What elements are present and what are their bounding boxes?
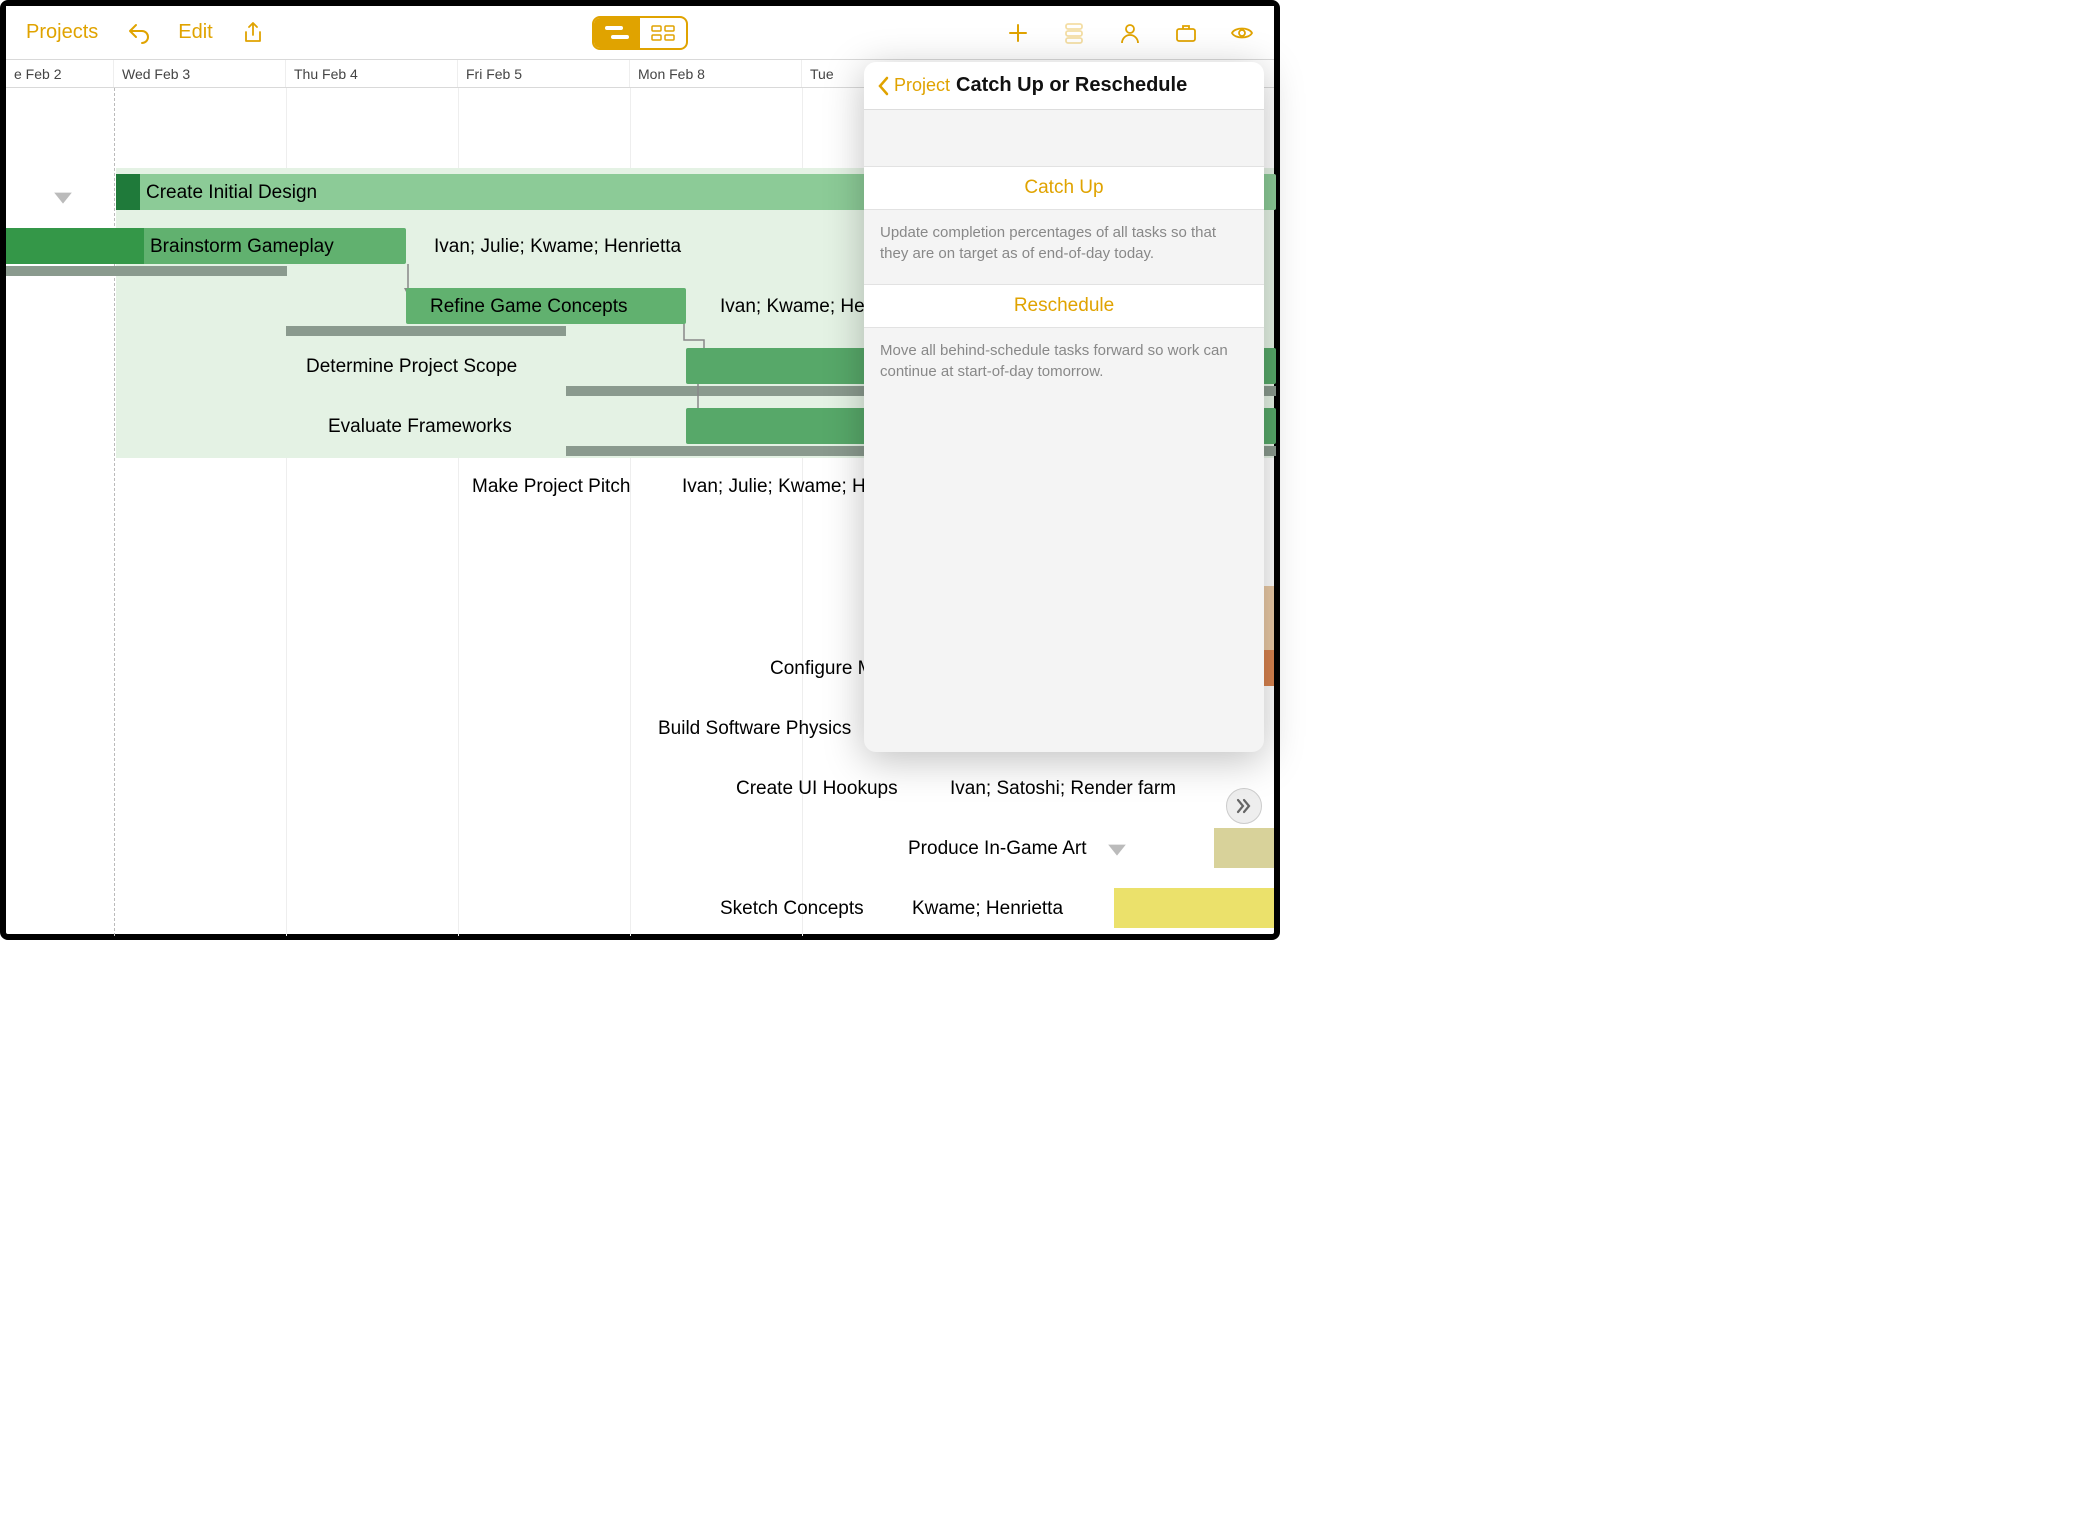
chevron-down-icon [1106,838,1128,860]
undo-icon [126,21,150,45]
popover-back-label: Project [894,75,950,96]
baseline-bar [286,326,566,336]
catchup-button[interactable]: Catch Up [864,166,1264,210]
popover-back-button[interactable]: Project [876,75,950,96]
gantt-view-icon [603,23,631,43]
date-col: Wed Feb 3 [114,60,286,87]
chevron-left-icon [876,76,890,96]
catchup-description: Update completion percentages of all tas… [864,210,1264,284]
view-options-button[interactable] [1230,21,1254,45]
undo-button[interactable] [126,21,150,45]
stack-icon [1062,21,1086,45]
chevron-down-icon [52,186,74,208]
date-col: e Feb 2 [6,60,114,87]
share-icon [241,21,265,45]
view-grid-button[interactable] [640,18,686,48]
catchup-popover: Project Catch Up or Reschedule Catch Up … [864,62,1264,752]
date-col: Fri Feb 5 [458,60,630,87]
plus-icon [1006,21,1030,45]
chevrons-right-icon [1235,797,1253,815]
task-label: Determine Project Scope [306,356,517,378]
side-bar [1214,828,1274,868]
person-icon [1118,21,1142,45]
edit-button[interactable]: Edit [178,21,212,44]
task-label: Make Project Pitch [472,476,630,498]
popover-title: Catch Up or Reschedule [956,74,1187,97]
task-label: Refine Game Concepts [430,296,628,318]
grid-view-icon [649,23,677,43]
task-label: Produce In-Game Art [908,838,1086,860]
task-label: Create Initial Design [146,182,317,204]
view-segmented-control [592,16,688,50]
eye-icon [1230,21,1254,45]
assignee-label: Ivan; Satoshi; Render farm [950,778,1176,800]
briefcase-button[interactable] [1174,21,1198,45]
task-label: Build Software Physics [658,718,851,740]
baseline-bar [6,266,287,276]
side-bar [1114,888,1274,928]
view-gantt-button[interactable] [594,18,640,48]
task-label: Sketch Concepts [720,898,864,920]
date-col: Mon Feb 8 [630,60,802,87]
task-label: Create UI Hookups [736,778,898,800]
assignee-label: Ivan; Kwame; He [720,296,865,318]
date-col: Thu Feb 4 [286,60,458,87]
expand-sidebar-button[interactable] [1226,788,1262,824]
projects-button[interactable]: Projects [26,21,98,44]
task-label: Brainstorm Gameplay [150,236,334,258]
task-label: Evaluate Frameworks [328,416,512,438]
progress-fill [6,228,144,264]
reschedule-description: Move all behind-schedule tasks forward s… [864,328,1264,402]
assignee-label: Ivan; Julie; Kwame; Henrietta [434,236,681,258]
reschedule-button[interactable]: Reschedule [864,284,1264,328]
toolbar: Projects Edit [6,6,1274,60]
group-button[interactable] [1062,21,1086,45]
add-button[interactable] [1006,21,1030,45]
assignee-label: Ivan; Julie; Kwame; H [682,476,866,498]
briefcase-icon [1174,21,1198,45]
disclosure-triangle[interactable] [52,186,74,213]
disclosure-triangle[interactable] [1106,838,1128,865]
person-button[interactable] [1118,21,1142,45]
popover-header: Project Catch Up or Reschedule [864,62,1264,110]
progress-fill [116,174,140,210]
task-label: Configure M [770,658,874,680]
today-line [114,88,115,936]
share-button[interactable] [241,21,265,45]
assignee-label: Kwame; Henrietta [912,898,1063,920]
